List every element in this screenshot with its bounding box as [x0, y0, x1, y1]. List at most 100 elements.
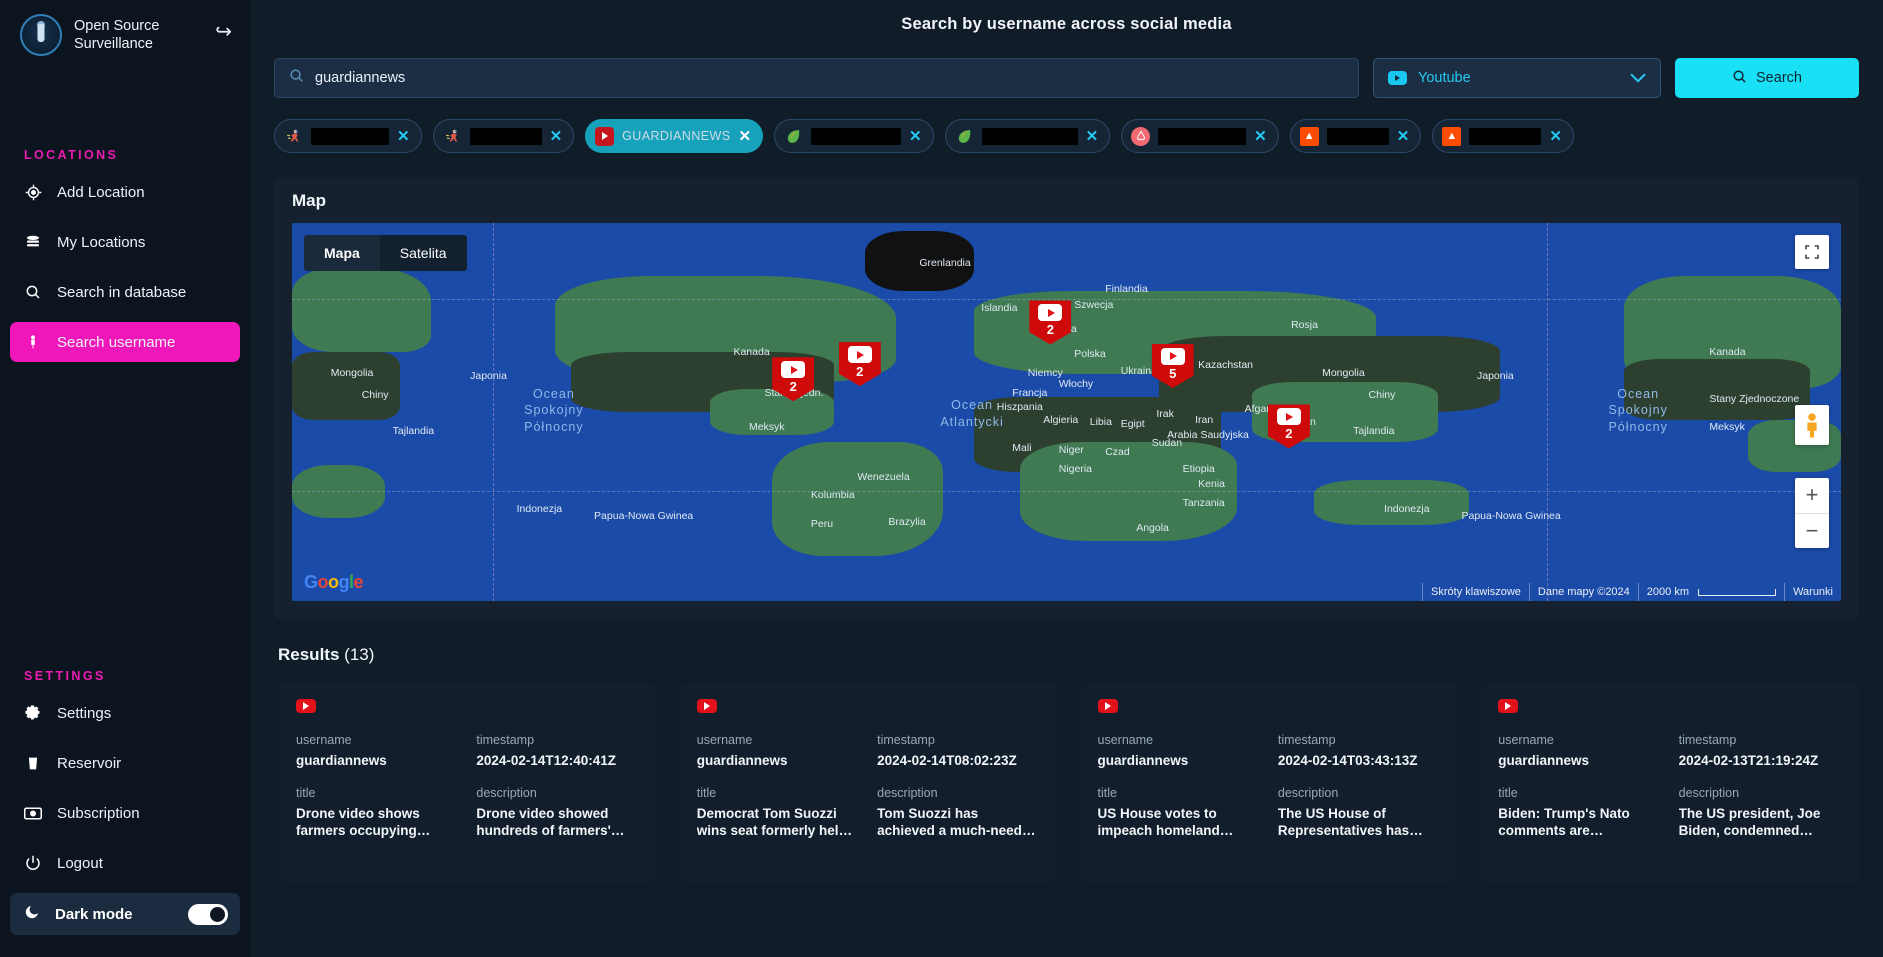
map-data-attribution: Dane mapy ©2024	[1528, 583, 1638, 601]
field-label: title	[696, 785, 717, 800]
field-label: description	[1277, 785, 1339, 800]
filter-chip[interactable]: ▲ ✕	[1432, 119, 1574, 153]
keyboard-shortcuts-link[interactable]: Skróty klawiszowe	[1422, 583, 1529, 601]
card-field-timestamp: timestamp 2024-02-14T08:02:23Z	[877, 733, 1039, 770]
chip-remove-icon[interactable]: ✕	[1254, 129, 1267, 144]
filter-chip[interactable]: ✕	[774, 119, 934, 153]
result-card[interactable]: username guardiannews timestamp 2024-02-14T…	[278, 683, 657, 883]
google-logo[interactable]: Google	[304, 572, 364, 593]
graticule-line	[292, 491, 1841, 493]
map-canvas[interactable]: Ocean Spokojny Północny Ocean Atlantycki O…	[292, 223, 1841, 601]
country-label: Irak	[1156, 408, 1174, 421]
results-count: (13)	[344, 645, 375, 664]
result-card[interactable]: username guardiannews timestamp 2024-02-14T…	[678, 683, 1058, 883]
strava-icon: ▲	[1299, 126, 1319, 146]
sidebar-item-logout[interactable]: Logout	[10, 843, 240, 883]
map-type-switch: Mapa Satelita	[304, 235, 467, 271]
country-label: Tanzania	[1182, 497, 1225, 510]
zoom-in-button[interactable]: +	[1795, 478, 1829, 513]
street-view-pegman-icon[interactable]	[1795, 405, 1829, 445]
filter-chip[interactable]: ▲ ✕	[1289, 119, 1422, 153]
country-label: Hiszpania	[996, 400, 1043, 413]
filter-chip[interactable]: ✕	[274, 119, 422, 153]
country-label: Chiny	[361, 389, 389, 402]
platform-select[interactable]: Youtube	[1373, 58, 1661, 98]
sidebar-item-search-username[interactable]: Search username	[10, 322, 240, 362]
field-label: description	[1678, 785, 1740, 800]
brand[interactable]: Open Source Surveillance	[0, 0, 250, 56]
result-card[interactable]: username guardiannews timestamp 2024-02-14T…	[1079, 683, 1459, 883]
chip-remove-icon[interactable]: ✕	[550, 129, 563, 144]
youtube-icon	[1388, 71, 1407, 85]
search-input[interactable]: guardiannews	[274, 58, 1359, 98]
moon-icon	[24, 904, 40, 924]
country-label: Tajlandia	[1353, 425, 1395, 438]
country-label: Chiny	[1368, 389, 1396, 402]
chip-remove-icon[interactable]: ✕	[1086, 129, 1099, 144]
ocean-label: Ocean Spokojny Północny	[1608, 386, 1668, 435]
sidebar-settings-group: SETTINGS Settings Reservoir Subscription…	[0, 669, 250, 945]
filter-chip[interactable]: ✕	[432, 119, 575, 153]
sidebar-item-my-locations[interactable]: My Locations	[10, 222, 240, 262]
country-label: Kanada	[733, 345, 770, 358]
map-marker[interactable]: 5	[1151, 343, 1194, 388]
map-marker[interactable]: 2	[772, 357, 815, 402]
country-label: Kanada	[1709, 345, 1746, 358]
map-marker[interactable]: 2	[1029, 300, 1072, 345]
dark-mode-toggle-row[interactable]: Dark mode	[10, 893, 240, 935]
field-value: Biden: Trump's Nato comments are…	[1498, 805, 1630, 838]
field-label: username	[696, 733, 753, 747]
country-label: Grenlandia	[919, 257, 971, 270]
result-card[interactable]: username guardiannews timestamp 2024-02-13T…	[1480, 683, 1859, 883]
chip-remove-icon[interactable]: ✕	[909, 129, 922, 144]
zoom-controls: + −	[1795, 478, 1829, 548]
sidebar-item-add-location[interactable]: Add Location	[10, 172, 240, 212]
country-label: Japonia	[1476, 370, 1514, 383]
country-label: Meksyk	[1709, 421, 1745, 434]
marker-body: 2	[838, 342, 881, 387]
search-button[interactable]: Search	[1675, 58, 1859, 98]
leaf-icon	[784, 127, 803, 146]
field-value: Drone video shows farmers occupying Indi…	[296, 805, 420, 838]
sidebar-item-reservoir[interactable]: Reservoir	[10, 743, 240, 783]
field-value: 2024-02-14T08:02:23Z	[877, 753, 1017, 768]
chip-remove-icon[interactable]: ✕	[1397, 129, 1410, 144]
marker-count: 5	[1169, 365, 1177, 381]
chip-redacted-label	[1326, 127, 1389, 145]
chip-remove-icon[interactable]: ✕	[397, 129, 410, 144]
map-marker[interactable]: 2	[1267, 404, 1310, 449]
landmass	[772, 442, 943, 556]
sidebar-item-search-in-database[interactable]: Search in database	[10, 272, 240, 312]
youtube-icon	[595, 126, 615, 146]
marker-body: 2	[772, 357, 815, 402]
field-label: timestamp	[877, 733, 935, 747]
country-label: Kazachstan	[1198, 359, 1254, 372]
card-row: title Democrat Tom Suozzi wins seat forme…	[697, 786, 1040, 840]
chip-remove-icon[interactable]: ✕	[738, 129, 751, 144]
map-terms-link[interactable]: Warunki	[1784, 583, 1841, 601]
results-title: Results	[278, 645, 340, 664]
field-label: description	[877, 785, 938, 800]
map-marker[interactable]: 2	[838, 342, 881, 387]
card-row: title Drone video shows farmers occupying…	[296, 786, 639, 840]
filter-chip[interactable]: ✕	[944, 119, 1111, 153]
sidebar-locations-title: LOCATIONS	[24, 148, 119, 162]
country-label: Japonia	[470, 370, 507, 383]
sidebar-item-subscription[interactable]: Subscription	[10, 793, 240, 833]
map-scale: 2000 km	[1637, 583, 1784, 601]
filter-chip[interactable]: ✕	[1121, 119, 1279, 153]
sidebar-item-settings[interactable]: Settings	[10, 693, 240, 733]
card-field-username: username guardiannews	[697, 733, 859, 770]
search-toolbar: guardiannews Youtube Search	[250, 34, 1883, 98]
fullscreen-icon[interactable]	[1795, 235, 1829, 269]
runner-icon	[284, 127, 303, 146]
filter-chip[interactable]: GUARDIANNEWS ✕	[585, 119, 764, 153]
chip-remove-icon[interactable]: ✕	[1549, 129, 1562, 144]
sidebar-collapse-icon[interactable]: ↪	[215, 22, 232, 42]
card-field-timestamp: timestamp 2024-02-14T12:40:41Z	[476, 733, 638, 770]
map-type-satelita[interactable]: Satelita	[380, 235, 467, 271]
map-type-mapa[interactable]: Mapa	[304, 235, 380, 271]
dark-mode-switch[interactable]	[188, 903, 228, 925]
search-icon	[1732, 69, 1747, 88]
zoom-out-button[interactable]: −	[1795, 514, 1829, 549]
